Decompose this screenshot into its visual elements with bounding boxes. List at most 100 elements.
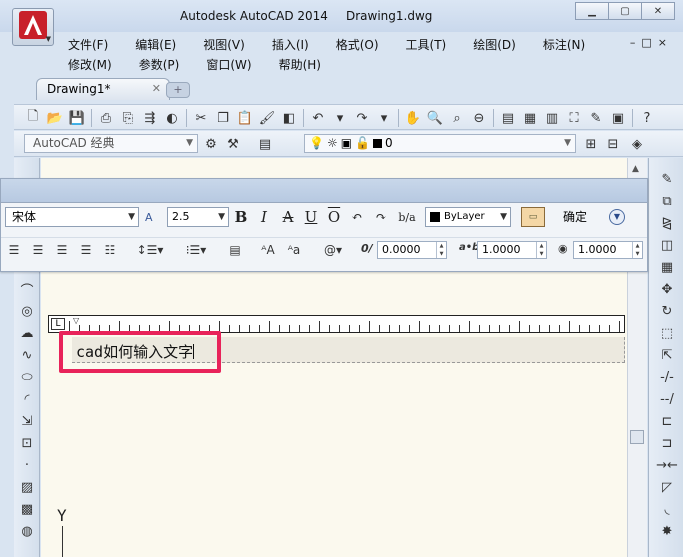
menu-draw[interactable]: 绘图(D) — [473, 36, 516, 53]
extend-icon[interactable]: --/ — [657, 390, 677, 408]
insert-block-icon[interactable]: ⇲ — [18, 412, 36, 430]
uppercase-icon[interactable]: ᴬA — [257, 240, 279, 260]
underline-button[interactable]: U — [301, 207, 321, 227]
properties-icon[interactable]: ▤ — [497, 108, 519, 128]
undo-icon[interactable]: ↶ — [347, 207, 367, 227]
new-tab-button[interactable]: + — [166, 82, 190, 98]
spinner-icon[interactable]: ▲ ▼ — [536, 242, 546, 258]
align-left-icon[interactable]: ☰ — [5, 240, 23, 260]
line-spacing-icon[interactable]: ↕☰▾ — [135, 240, 165, 260]
indent-marker-icon[interactable]: ▽ — [73, 316, 79, 325]
menu-format[interactable]: 格式(O) — [336, 36, 379, 53]
gradient-icon[interactable]: ▩ — [18, 500, 36, 518]
print-icon[interactable]: ⎙ — [95, 108, 117, 128]
strikethrough-button[interactable]: A — [278, 207, 298, 227]
close-button[interactable]: ✕ — [641, 2, 675, 20]
annotative-icon[interactable]: A — [145, 211, 153, 224]
maximize-button[interactable]: ▢ — [608, 2, 642, 20]
ellipse-arc-icon[interactable]: ◜ — [18, 390, 36, 408]
chevron-down-icon[interactable]: ▾ — [373, 108, 395, 128]
menu-file[interactable]: 文件(F) — [68, 36, 108, 53]
fillet-icon[interactable]: ◟ — [657, 500, 677, 518]
numbering-icon[interactable]: ⁝☰▾ — [181, 240, 211, 260]
redo-icon[interactable]: ↷ — [371, 207, 391, 227]
point-icon[interactable]: · — [18, 456, 36, 474]
ok-button[interactable]: 确定 — [557, 208, 593, 226]
application-menu-button[interactable]: ▼ — [12, 8, 54, 46]
circle-icon[interactable]: ◎ — [18, 302, 36, 320]
menu-dimension[interactable]: 标注(N) — [543, 36, 585, 53]
block-editor-icon[interactable]: ◧ — [278, 108, 300, 128]
chamfer-icon[interactable]: ◸ — [657, 478, 677, 496]
menu-view[interactable]: 视图(V) — [203, 36, 245, 53]
width-factor-field[interactable]: 1.0000 ▲ ▼ — [573, 241, 643, 259]
revision-cloud-icon[interactable]: ☁ — [18, 324, 36, 342]
trim-icon[interactable]: -/- — [657, 368, 677, 386]
cut-icon[interactable]: ✂ — [190, 108, 212, 128]
oblique-angle-field[interactable]: 0.0000 ▲ ▼ — [377, 241, 447, 259]
rotate-icon[interactable]: ↻ — [657, 302, 677, 320]
redo-icon[interactable]: ↷ — [351, 108, 373, 128]
tool-palettes-icon[interactable]: ▥ — [541, 108, 563, 128]
ruler-toggle-button[interactable]: ▭ — [521, 207, 545, 227]
help-icon[interactable]: ? — [636, 108, 658, 128]
explode-icon[interactable]: ✸ — [657, 522, 677, 540]
join-icon[interactable]: →← — [656, 456, 678, 474]
insert-field-icon[interactable]: ▤ — [225, 240, 245, 260]
align-center-icon[interactable]: ☰ — [29, 240, 47, 260]
new-file-icon[interactable]: 🗋 — [22, 108, 44, 128]
markup-icon[interactable]: ✎ — [585, 108, 607, 128]
menu-parametric[interactable]: 参数(P) — [139, 56, 180, 73]
workspace-settings-icon[interactable]: ⚙ — [200, 134, 222, 154]
spline-icon[interactable]: ∿ — [18, 346, 36, 364]
menu-window[interactable]: 窗口(W) — [206, 56, 251, 73]
break-icon[interactable]: ⊐ — [657, 434, 677, 452]
menu-edit[interactable]: 编辑(E) — [135, 36, 176, 53]
scale-icon[interactable]: ⬚ — [657, 324, 677, 342]
ellipse-icon[interactable]: ⬭ — [18, 368, 36, 386]
overline-button[interactable]: O — [324, 207, 344, 227]
print-preview-icon[interactable]: ⎘ — [117, 108, 139, 128]
customize-icon[interactable]: ⚒ — [222, 134, 244, 154]
erase-icon[interactable]: ✎ — [657, 170, 677, 188]
zoom-realtime-icon[interactable]: 🔍 — [424, 108, 446, 128]
scrollbar-thumb[interactable] — [630, 430, 644, 444]
stack-icon[interactable]: b/a — [397, 207, 417, 227]
italic-button[interactable]: I — [254, 207, 274, 227]
match-properties-icon[interactable]: 🖌 — [256, 108, 278, 128]
mirror-icon[interactable]: ⧎ — [657, 214, 677, 232]
scroll-up-icon[interactable]: ▲ — [632, 164, 639, 174]
tab-stop-icon[interactable]: L — [51, 318, 65, 330]
array-icon[interactable]: ▦ — [657, 258, 677, 276]
text-formatting-titlebar[interactable] — [1, 179, 647, 203]
font-select[interactable]: 宋体 ▼ — [5, 207, 139, 227]
align-right-icon[interactable]: ☰ — [53, 240, 71, 260]
publish-icon[interactable]: ⇶ — [139, 108, 161, 128]
arc-icon[interactable]: ⌒ — [18, 280, 36, 299]
tab-drawing1[interactable]: Drawing1* ✕ — [36, 78, 170, 100]
stretch-icon[interactable]: ⇱ — [657, 346, 677, 364]
hatch-icon[interactable]: ▨ — [18, 478, 36, 496]
make-current-layer-icon[interactable]: ⊞ — [580, 134, 602, 154]
chevron-down-icon[interactable]: ▾ — [329, 108, 351, 128]
layer-select[interactable]: 💡 ☼ ▣ 🔓 0 ▼ — [304, 134, 576, 153]
menu-tools[interactable]: 工具(T) — [406, 36, 447, 53]
spinner-icon[interactable]: ▲ ▼ — [632, 242, 642, 258]
zoom-window-icon[interactable]: ⌕ — [446, 108, 468, 128]
minimize-button[interactable]: ▁ — [575, 2, 609, 20]
spinner-icon[interactable]: ▲ ▼ — [436, 242, 446, 258]
copy-icon[interactable]: ❐ — [212, 108, 234, 128]
menu-insert[interactable]: 插入(I) — [272, 36, 309, 53]
move-icon[interactable]: ✥ — [657, 280, 677, 298]
pan-icon[interactable]: ✋ — [402, 108, 424, 128]
copy-object-icon[interactable]: ⧉ — [657, 192, 677, 210]
layer-previous-icon[interactable]: ⊟ — [602, 134, 624, 154]
text-height-select[interactable]: 2.5 ▼ — [167, 207, 229, 227]
bold-button[interactable]: B — [231, 207, 251, 227]
region-icon[interactable]: ◍ — [18, 522, 36, 540]
menu-modify[interactable]: 修改(M) — [68, 56, 112, 73]
offset-icon[interactable]: ◫ — [657, 236, 677, 254]
undo-icon[interactable]: ↶ — [307, 108, 329, 128]
close-tab-icon[interactable]: ✕ — [152, 79, 161, 99]
tracking-field[interactable]: 1.0000 ▲ ▼ — [477, 241, 547, 259]
